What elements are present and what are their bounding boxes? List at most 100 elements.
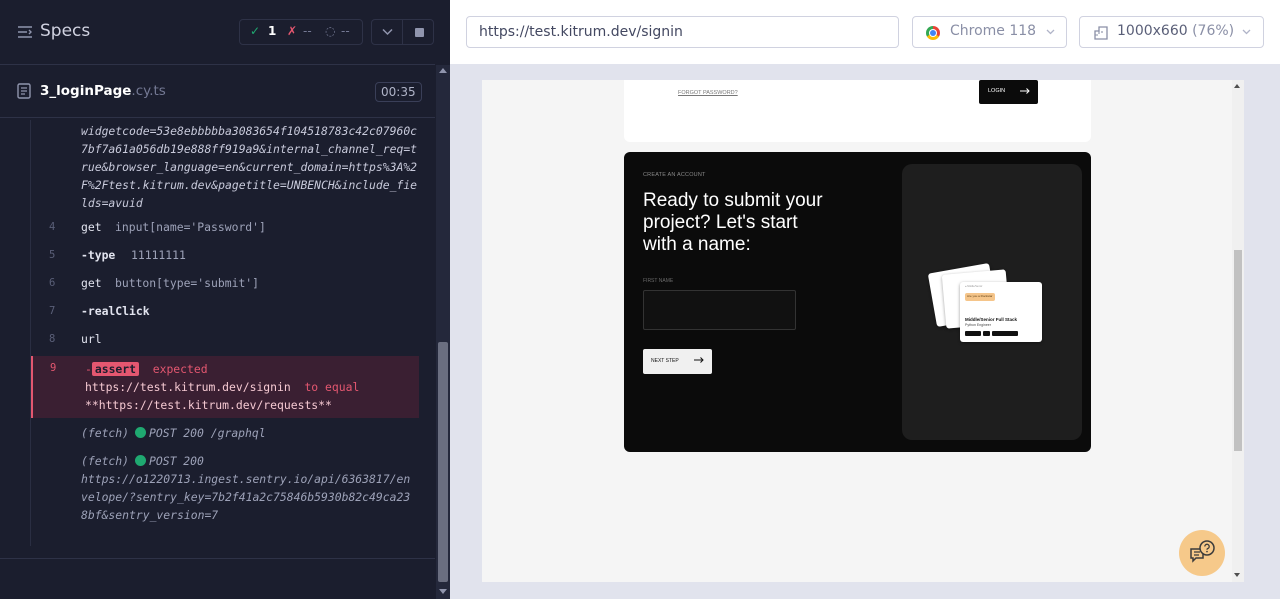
command-row[interactable]: 6 get button[type='submit']	[31, 270, 419, 298]
command-message: 11111111	[131, 248, 186, 262]
specs-menu-icon[interactable]	[17, 24, 33, 40]
mini-card-tag-text: Are you a Rockstar	[967, 294, 993, 298]
chat-help-icon	[1190, 540, 1215, 563]
chevron-down-icon	[1242, 29, 1251, 35]
failed-count: --	[303, 24, 312, 38]
assert-actual: https://test.kitrum.dev/signin	[85, 380, 291, 394]
app-under-test-frame: FORGOT PASSWORD? LOGIN CREATE AN ACCOUNT…	[482, 80, 1244, 582]
pending-icon: ◌	[325, 24, 336, 38]
login-button-label: LOGIN	[988, 88, 1006, 94]
scroll-down-icon[interactable]	[439, 589, 447, 594]
create-account-title: Ready to submit your project? Let's star…	[643, 190, 823, 255]
login-button[interactable]: LOGIN	[979, 80, 1038, 104]
scroll-up-icon[interactable]	[1234, 84, 1240, 88]
url-display[interactable]: https://test.kitrum.dev/signin	[466, 16, 899, 48]
fetch-method-status: POST 200	[149, 454, 204, 468]
status-success-icon	[135, 427, 147, 438]
viewport-size: 1000x660	[1117, 23, 1188, 39]
ruler-icon	[1094, 26, 1108, 40]
illustration-panel: ● Middle/Senior Are you a Rockstar Middl…	[902, 164, 1082, 440]
reporter-scrollbar[interactable]	[436, 65, 450, 599]
browser-toolbar: https://test.kitrum.dev/signin Chrome 11…	[450, 0, 1280, 64]
forgot-password-link[interactable]: FORGOT PASSWORD?	[678, 90, 738, 96]
passed-count: 1	[268, 24, 277, 38]
spec-name: 3_loginPage	[40, 83, 132, 99]
expand-collapse-button[interactable]	[371, 19, 403, 45]
command-row[interactable]: 4 get input[name='Password']	[31, 214, 419, 242]
command-name: -realClick	[81, 304, 150, 318]
command-message: input[name='Password']	[115, 220, 266, 234]
scroll-down-icon[interactable]	[1234, 573, 1240, 577]
test-stats: ✓ 1 ✗ -- ◌ --	[239, 19, 363, 45]
pending-count: --	[341, 24, 350, 38]
fetch-url: https://o1220713.ingest.sentry.io/api/63…	[81, 472, 411, 522]
assert-failed-row[interactable]: 9 - assert expected https://test.kitrum.de…	[31, 356, 419, 418]
assert-badge: assert	[91, 362, 140, 376]
command-line-number: 8	[49, 333, 56, 345]
fetch-label: (fetch)	[81, 426, 130, 440]
scrollbar-thumb[interactable]	[438, 342, 448, 582]
login-card: FORGOT PASSWORD? LOGIN	[624, 80, 1091, 142]
mini-card-pill	[965, 331, 981, 336]
mini-card-title: Middle/Senior Full Stack	[965, 317, 1018, 322]
next-step-button[interactable]: NEXT STEP	[643, 349, 712, 374]
create-account-card: CREATE AN ACCOUNT Ready to submit your p…	[624, 152, 1091, 452]
assert-expected-label: expected	[152, 362, 208, 376]
fetch-url: /graphql	[210, 426, 266, 440]
command-line-number: 4	[49, 221, 56, 233]
mini-card-header: ● Middle/Senior	[965, 285, 983, 288]
stop-button[interactable]	[402, 19, 434, 45]
stop-icon	[415, 28, 424, 37]
command-line-number: 6	[49, 277, 56, 289]
assert-to-equal: to equal	[304, 380, 360, 394]
command-name: get	[81, 276, 102, 290]
command-name: url	[81, 332, 102, 346]
chevron-down-icon	[1046, 29, 1055, 35]
mini-card-subtitle: Python Engineer	[965, 323, 991, 327]
chrome-icon	[926, 26, 940, 40]
command-log: widgetcode=53e8ebbbbba3083654f104518783c…	[30, 120, 419, 546]
spec-duration: 00:35	[375, 82, 422, 102]
first-name-input[interactable]	[643, 290, 796, 330]
command-line-number: 7	[49, 305, 56, 317]
command-row[interactable]: 8 url	[31, 326, 419, 354]
command-message: button[type='submit']	[115, 276, 260, 290]
command-line-number: 9	[50, 362, 57, 374]
command-url-continuation: widgetcode=53e8ebbbbba3083654f104518783c…	[81, 124, 418, 210]
fetch-method-status: POST 200	[149, 426, 204, 440]
browser-selector[interactable]: Chrome 118	[912, 16, 1067, 48]
command-line-number: 5	[49, 249, 56, 261]
spec-file-name: 3_loginPage.cy.ts	[40, 83, 166, 99]
command-row[interactable]: 5 -type 11111111	[31, 242, 419, 270]
scroll-up-icon[interactable]	[439, 68, 447, 73]
divider	[0, 558, 435, 559]
help-chat-button[interactable]	[1179, 530, 1225, 576]
fetch-row[interactable]: (fetch) POST 200 /graphql	[81, 424, 266, 442]
reporter-panel: Specs ✓ 1 ✗ -- ◌ -- 3_loginPage.cy.ts 00…	[0, 0, 450, 599]
create-account-kicker: CREATE AN ACCOUNT	[643, 172, 706, 178]
chevron-down-icon	[382, 28, 393, 36]
aut-scrollbar[interactable]	[1232, 80, 1244, 582]
fetch-label: (fetch)	[81, 454, 130, 468]
specs-title[interactable]: Specs	[40, 21, 90, 41]
viewport-selector[interactable]: 1000x660 (76%)	[1079, 16, 1264, 48]
assert-message: - assert expected https://test.kitrum.dev/…	[85, 362, 360, 412]
mini-card-pill	[992, 331, 1018, 336]
command-row[interactable]: 7 -realClick	[31, 298, 419, 326]
assert-expected: **https://test.kitrum.dev/requests**	[85, 398, 332, 412]
command-name: -type	[81, 248, 116, 262]
viewport-label: 1000x660 (76%)	[1117, 23, 1234, 39]
scrollbar-thumb[interactable]	[1234, 250, 1242, 451]
document-icon	[17, 83, 31, 99]
aut-panel: https://test.kitrum.dev/signin Chrome 11…	[450, 0, 1280, 599]
next-step-label: NEXT STEP	[651, 358, 679, 364]
fetch-row[interactable]: (fetch) POST 200 https://o1220713.ingest.s…	[81, 452, 417, 524]
failed-icon: ✗	[287, 24, 298, 38]
spec-extension: .cy.ts	[131, 83, 166, 99]
arrow-right-icon	[1020, 88, 1030, 94]
illustration-card: ● Middle/Senior Are you a Rockstar Middl…	[960, 282, 1042, 342]
mini-card-pill	[983, 331, 990, 336]
spec-file-row[interactable]: 3_loginPage.cy.ts 00:35	[0, 66, 435, 118]
arrow-right-icon	[694, 357, 704, 363]
mini-card-tag: Are you a Rockstar	[965, 293, 995, 301]
